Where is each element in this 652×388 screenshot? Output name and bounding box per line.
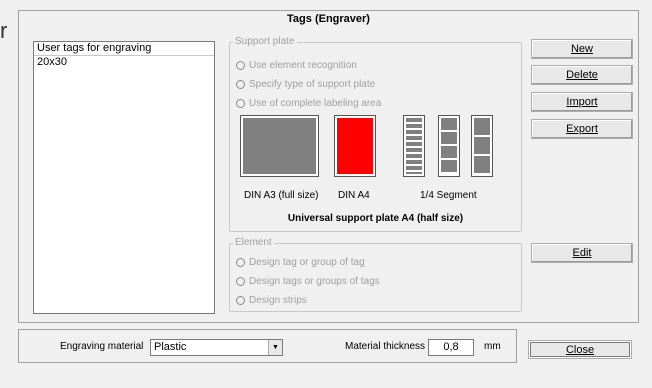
edit-button[interactable]: Edit — [531, 243, 633, 263]
plate-a4-icon[interactable] — [334, 115, 376, 177]
user-tags-list[interactable]: User tags for engraving 20x30 — [33, 41, 215, 314]
import-button[interactable]: Import — [531, 92, 633, 112]
caption-a4: DIN A4 — [338, 190, 370, 201]
support-plate-title: Universal support plate A4 (half size) — [287, 213, 464, 224]
radio-icon — [236, 80, 245, 89]
option-design-tag[interactable]: Design tag or group of tag — [236, 257, 365, 268]
option-element-recognition[interactable]: Use element recognition — [236, 60, 357, 71]
element-legend: Element — [235, 237, 272, 248]
radio-icon — [236, 99, 245, 108]
stray-character: r — [0, 18, 8, 43]
panel-title: Tags (Engraver) — [287, 13, 370, 25]
delete-button[interactable]: Delete — [531, 65, 633, 85]
caption-a3: DIN A3 (full size) — [244, 190, 319, 201]
segment-icon-strips[interactable] — [403, 115, 425, 177]
radio-icon — [236, 277, 245, 286]
radio-icon — [236, 296, 245, 305]
plate-a3-icon[interactable] — [240, 115, 319, 177]
segment-icon-thirds[interactable] — [471, 115, 493, 177]
list-item[interactable]: 20x30 — [37, 56, 67, 69]
tags-panel: Tags (Engraver) User tags for engraving … — [18, 10, 639, 323]
radio-icon — [236, 61, 245, 70]
element-group: Element Design tag or group of tag Desig… — [229, 238, 522, 312]
chevron-down-icon[interactable]: ▼ — [268, 340, 282, 355]
engraving-material-label: Engraving material — [60, 341, 144, 352]
support-plate-legend: Support plate — [235, 36, 295, 47]
thickness-unit: mm — [484, 341, 501, 352]
support-plate-group: Support plate Use element recognition Sp… — [229, 37, 522, 232]
option-specify-type[interactable]: Specify type of support plate — [236, 79, 375, 90]
engraving-material-value: Plastic — [154, 341, 187, 353]
material-panel: Engraving material Plastic ▼ Material th… — [18, 329, 517, 363]
list-header: User tags for engraving — [34, 42, 214, 56]
caption-segment: 1/4 Segment — [420, 190, 477, 201]
segment-icon-quarters[interactable] — [438, 115, 460, 177]
option-design-tags[interactable]: Design tags or groups of tags — [236, 276, 380, 287]
export-button[interactable]: Export — [531, 119, 633, 139]
option-complete-area[interactable]: Use of complete labeling area — [236, 98, 381, 109]
new-button[interactable]: New — [531, 39, 633, 59]
close-button[interactable]: Close — [528, 340, 632, 359]
radio-icon — [236, 258, 245, 267]
material-thickness-label: Material thickness — [345, 341, 426, 352]
engraving-material-select[interactable]: Plastic ▼ — [150, 339, 283, 356]
option-design-strips[interactable]: Design strips — [236, 295, 307, 306]
material-thickness-input[interactable]: 0,8 — [428, 339, 474, 356]
